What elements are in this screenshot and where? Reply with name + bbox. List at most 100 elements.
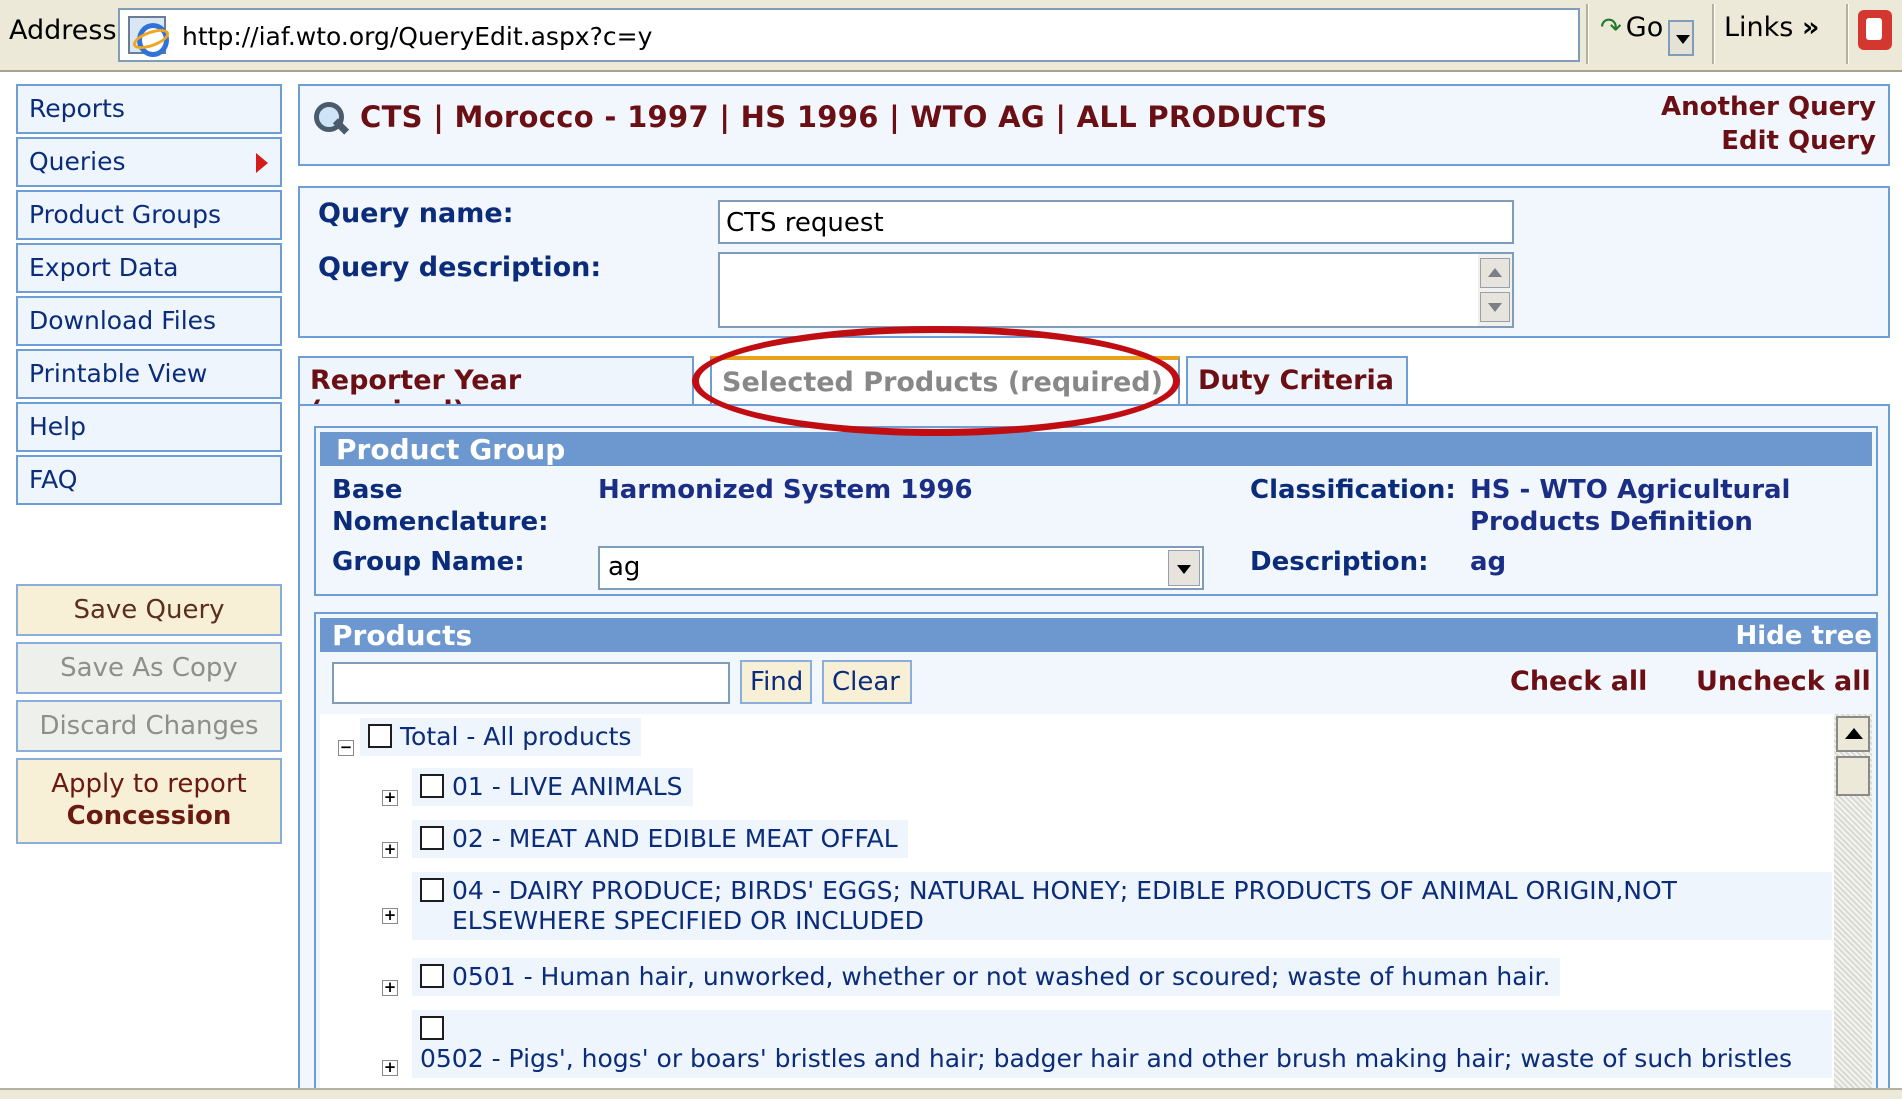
tree-item-label: 0502 - Pigs', hogs' or boars' bristles a…	[420, 1044, 1792, 1073]
tab-selected-products[interactable]: Selected Products (required)	[710, 356, 1180, 404]
tree-scrollbar[interactable]	[1834, 714, 1872, 1098]
classification-label: Classification:	[1250, 475, 1456, 505]
sidebar-item-label: Reports	[29, 94, 125, 123]
magnifier-icon	[312, 100, 348, 136]
edit-query-link[interactable]: Edit Query	[1721, 126, 1876, 156]
expand-icon[interactable]: +	[382, 908, 398, 924]
internet-explorer-icon	[128, 16, 169, 57]
find-button[interactable]: Find	[740, 660, 812, 704]
product-group-panel: Product Group Base Nomenclature: Harmoni…	[314, 426, 1878, 596]
tab-duty-criteria[interactable]: Duty Criteria	[1186, 356, 1408, 404]
base-label-line1: Base	[332, 475, 403, 505]
toolbar-separator	[1586, 4, 1589, 64]
address-dropdown-button[interactable]	[1668, 20, 1694, 56]
apply-label: Apply to report	[51, 769, 247, 799]
product-group-title: Product Group	[320, 432, 1872, 466]
pdf-icon[interactable]	[1858, 10, 1892, 50]
query-name-label: Query name:	[318, 198, 514, 229]
concession-label: Concession	[66, 801, 232, 831]
save-query-button[interactable]: Save Query	[16, 584, 282, 636]
tab-reporter-year[interactable]: Reporter Year (required)	[298, 356, 694, 427]
sidebar-item-download-files[interactable]: Download Files	[16, 296, 282, 346]
products-title: Products	[332, 619, 473, 652]
sidebar-item-export-data[interactable]: Export Data	[16, 243, 282, 293]
tree-item-label-line2: ELSEWHERE SPECIFIED OR INCLUDED	[452, 906, 924, 935]
sidebar-item-label: Product Groups	[29, 200, 222, 229]
tree-item[interactable]: Total - All products	[360, 718, 642, 756]
tree-item[interactable]: 02 - MEAT AND EDIBLE MEAT OFFAL	[412, 820, 908, 858]
breadcrumb: CTS | Morocco - 1997 | HS 1996 | WTO AG …	[360, 100, 1328, 134]
expand-icon[interactable]: +	[382, 842, 398, 858]
scroll-down-icon[interactable]	[1480, 292, 1510, 322]
check-all-link[interactable]: Check all	[1510, 666, 1647, 697]
sidebar-item-printable-view[interactable]: Printable View	[16, 349, 282, 399]
checkbox[interactable]	[420, 1016, 444, 1040]
sidebar-item-faq[interactable]: FAQ	[16, 455, 282, 505]
submenu-arrow-icon	[256, 153, 268, 173]
hide-tree-link[interactable]: Hide tree	[1736, 618, 1873, 654]
description-value: ag	[1470, 547, 1507, 577]
query-name-input[interactable]: CTS request	[718, 200, 1514, 244]
chevron-down-icon[interactable]	[1168, 550, 1200, 586]
checkbox[interactable]	[420, 878, 444, 902]
collapse-icon[interactable]: −	[338, 740, 354, 756]
scrollbar-thumb[interactable]	[1836, 756, 1870, 796]
checkbox[interactable]	[420, 964, 444, 988]
go-button[interactable]: ↷ Go	[1600, 12, 1663, 43]
links-label: Links	[1724, 12, 1794, 43]
query-header: CTS | Morocco - 1997 | HS 1996 | WTO AG …	[298, 84, 1890, 166]
save-as-copy-button[interactable]: Save As Copy	[16, 642, 282, 694]
product-search-input[interactable]	[332, 662, 730, 704]
clear-button[interactable]: Clear	[822, 660, 912, 704]
status-bar	[0, 1088, 1902, 1099]
group-name-select[interactable]: ag	[598, 546, 1204, 590]
description-label: Description:	[1250, 547, 1429, 577]
sidebar-item-label: Help	[29, 412, 86, 441]
expand-icon[interactable]: +	[382, 790, 398, 806]
expand-icon[interactable]: +	[382, 1060, 398, 1076]
links-chevron-icon: »	[1801, 12, 1820, 43]
go-arrow-icon: ↷	[1600, 13, 1622, 43]
links-button[interactable]: Links »	[1724, 12, 1819, 43]
tree-item-label-line1: 04 - DAIRY PRODUCE; BIRDS' EGGS; NATURAL…	[452, 876, 1677, 905]
address-url[interactable]: http://iaf.wto.org/QueryEdit.aspx?c=y	[182, 22, 652, 51]
address-label: Address	[9, 15, 117, 46]
tree-item[interactable]: 01 - LIVE ANIMALS	[412, 768, 693, 806]
base-nomenclature-value: Harmonized System 1996	[598, 475, 973, 505]
tree-item[interactable]: 04 - DAIRY PRODUCE; BIRDS' EGGS; NATURAL…	[412, 872, 1832, 940]
query-description-textarea[interactable]	[718, 252, 1514, 328]
sidebar-item-queries[interactable]: Queries	[16, 137, 282, 187]
base-nomenclature-label: Base Nomenclature:	[332, 474, 549, 538]
group-name-value: ag	[608, 552, 641, 582]
classification-value: HS - WTO Agricultural Products Definitio…	[1470, 474, 1790, 538]
sidebar-item-label: FAQ	[29, 465, 78, 494]
address-input[interactable]: http://iaf.wto.org/QueryEdit.aspx?c=y	[118, 8, 1694, 62]
textarea-scrollbar[interactable]	[1478, 254, 1512, 326]
query-details-panel: Query name: Query description: CTS reque…	[298, 186, 1890, 338]
sidebar-item-label: Export Data	[29, 253, 179, 282]
products-title-bar: Products Hide tree	[320, 618, 1876, 652]
another-query-link[interactable]: Another Query	[1661, 92, 1876, 122]
tree-item-label: 02 - MEAT AND EDIBLE MEAT OFFAL	[452, 824, 898, 853]
checkbox[interactable]	[368, 724, 392, 748]
uncheck-all-link[interactable]: Uncheck all	[1696, 666, 1871, 697]
base-label-line2: Nomenclature:	[332, 507, 549, 537]
product-tree: − Total - All products + 01 - LIVE ANIMA…	[320, 714, 1872, 1098]
scroll-up-icon[interactable]	[1480, 258, 1510, 288]
sidebar-item-label: Printable View	[29, 359, 208, 388]
discard-changes-button[interactable]: Discard Changes	[16, 700, 282, 752]
tree-item[interactable]: 0501 - Human hair, unworked, whether or …	[412, 958, 1561, 996]
sidebar-item-reports[interactable]: Reports	[16, 84, 282, 134]
sidebar-item-label: Download Files	[29, 306, 217, 335]
sidebar-item-help[interactable]: Help	[16, 402, 282, 452]
apply-to-report-button[interactable]: Apply to report Concession	[16, 758, 282, 844]
tree-item-label: Total - All products	[400, 722, 632, 751]
scroll-up-icon[interactable]	[1836, 716, 1870, 752]
address-bar: Address http://iaf.wto.org/QueryEdit.asp…	[0, 0, 1902, 72]
tree-item[interactable]: 0502 - Pigs', hogs' or boars' bristles a…	[412, 1010, 1832, 1078]
checkbox[interactable]	[420, 774, 444, 798]
expand-icon[interactable]: +	[382, 980, 398, 996]
sidebar-item-product-groups[interactable]: Product Groups	[16, 190, 282, 240]
classification-line1: HS - WTO Agricultural	[1470, 475, 1791, 505]
checkbox[interactable]	[420, 826, 444, 850]
